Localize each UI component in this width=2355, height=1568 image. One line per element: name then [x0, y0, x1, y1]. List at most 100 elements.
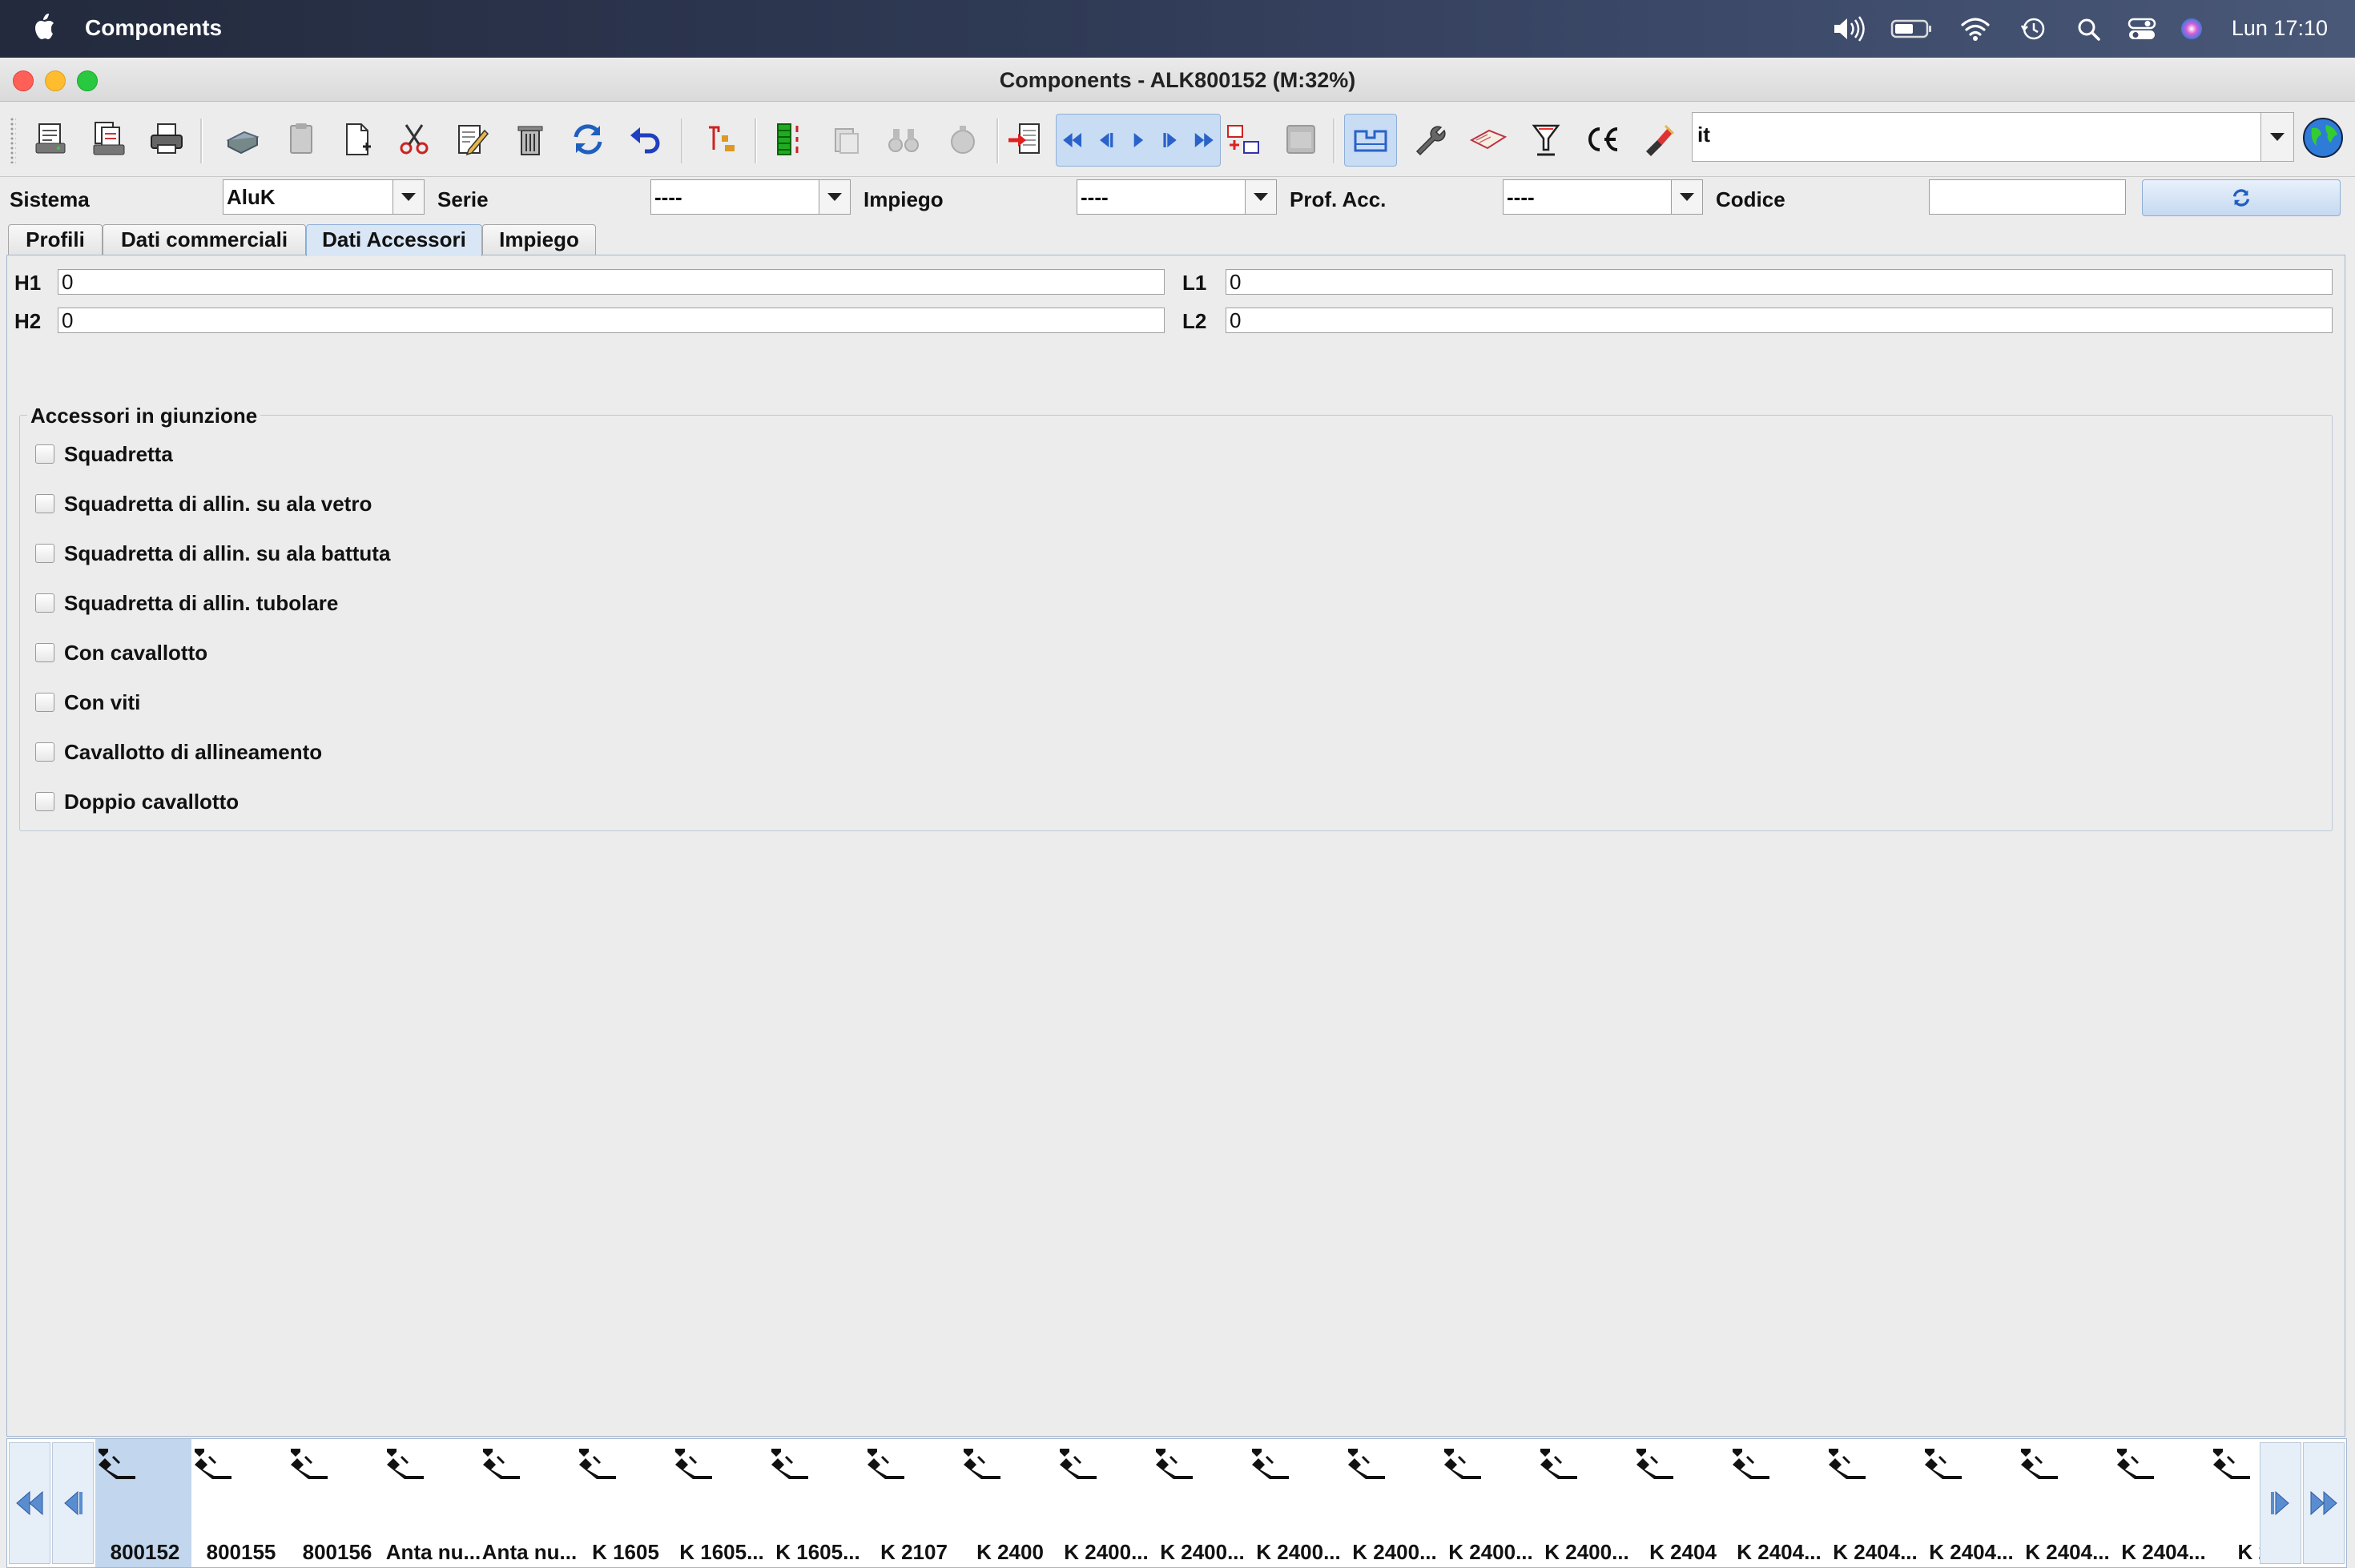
language-select[interactable]: it: [1692, 112, 2294, 162]
tools-button[interactable]: [1403, 114, 1455, 165]
l2-field[interactable]: 0: [1226, 308, 2333, 333]
undo-button[interactable]: [620, 114, 671, 165]
navigator-item[interactable]: K 2404...: [2018, 1439, 2114, 1567]
checkbox-label[interactable]: Squadretta di allin. tubolare: [64, 589, 338, 617]
print-multi-button[interactable]: [83, 114, 135, 165]
refresh-toolbar-button[interactable]: [562, 114, 614, 165]
checkbox-label[interactable]: Squadretta: [64, 440, 173, 468]
scanner-button[interactable]: [216, 114, 268, 165]
h1-field[interactable]: 0: [58, 269, 1165, 295]
navigator-item[interactable]: Anta nu...: [384, 1439, 481, 1567]
control-center-icon[interactable]: [2126, 13, 2158, 45]
navigator-previous-button[interactable]: [52, 1442, 94, 1564]
previous-record-icon[interactable]: [1089, 120, 1122, 160]
chevron-down-icon[interactable]: [1671, 180, 1702, 214]
navigator-item[interactable]: K 1605...: [768, 1439, 864, 1567]
menu-clock[interactable]: Lun 17:10: [2232, 13, 2328, 43]
next-record-icon[interactable]: [1154, 120, 1187, 160]
squadretta-checkbox[interactable]: [35, 444, 54, 464]
filter-button[interactable]: [1520, 114, 1572, 165]
navigator-item[interactable]: K 2400: [960, 1439, 1057, 1567]
navigator-item[interactable]: K 1605: [576, 1439, 672, 1567]
print-preview-button[interactable]: [26, 114, 77, 165]
prof-acc-select[interactable]: ----: [1503, 179, 1703, 215]
import-button[interactable]: [1000, 114, 1051, 165]
apple-icon[interactable]: [30, 11, 56, 43]
paint-button[interactable]: [1634, 114, 1685, 165]
allin-ala-vetro-checkbox[interactable]: [35, 494, 54, 513]
tab-profili[interactable]: Profili: [8, 224, 103, 255]
toolbar-grip[interactable]: [10, 117, 16, 163]
catalog-button[interactable]: [1463, 114, 1514, 165]
navigator-item[interactable]: K 2404...: [1922, 1439, 2018, 1567]
cut-button[interactable]: [389, 114, 441, 165]
apply-filter-button[interactable]: [2142, 179, 2341, 216]
chevron-down-icon[interactable]: [392, 180, 424, 214]
sistema-select[interactable]: AluK: [223, 179, 425, 215]
codice-input[interactable]: [1929, 179, 2126, 215]
checkbox-row-con-cavallotto[interactable]: Con cavallotto: [35, 639, 207, 666]
clipboard-button[interactable]: [276, 114, 327, 165]
checkbox-row-cavallotto-allineamento[interactable]: Cavallotto di allineamento: [35, 738, 322, 766]
impiego-select[interactable]: ----: [1077, 179, 1277, 215]
navigator-item[interactable]: K 2400...: [1153, 1439, 1249, 1567]
checkbox-label[interactable]: Con cavallotto: [64, 639, 207, 666]
chevron-down-icon[interactable]: [1245, 180, 1276, 214]
navigator-item[interactable]: K 2404...: [1729, 1439, 1826, 1567]
wifi-icon[interactable]: [1959, 13, 1991, 45]
allin-ala-battuta-checkbox[interactable]: [35, 544, 54, 563]
con-cavallotto-checkbox[interactable]: [35, 643, 54, 662]
l1-field[interactable]: 0: [1226, 269, 2333, 295]
search-button[interactable]: [878, 114, 929, 165]
checkbox-row-con-viti[interactable]: Con viti: [35, 689, 140, 716]
cavallotto-allineamento-checkbox[interactable]: [35, 742, 54, 762]
navigator-item[interactable]: 800155: [191, 1439, 288, 1567]
navigator-first-button[interactable]: [9, 1442, 50, 1564]
print-button[interactable]: [141, 114, 192, 165]
navigator-item[interactable]: K 2107: [864, 1439, 960, 1567]
panel-button[interactable]: [1275, 114, 1326, 165]
navigator-item[interactable]: 800156: [288, 1439, 384, 1567]
navigator-item[interactable]: K 2404...: [1826, 1439, 1922, 1567]
checkbox-row-allin-tubolare[interactable]: Squadretta di allin. tubolare: [35, 589, 338, 617]
navigator-item[interactable]: Anta nu...: [480, 1439, 577, 1567]
navigator-item[interactable]: K 2404...: [2114, 1439, 2210, 1567]
checkbox-row-allin-ala-battuta[interactable]: Squadretta di allin. su ala battuta: [35, 540, 390, 567]
checkbox-label[interactable]: Con viti: [64, 689, 140, 716]
sort-button[interactable]: [695, 114, 747, 165]
siri-icon[interactable]: [2177, 13, 2206, 45]
copy-button[interactable]: [820, 114, 872, 165]
navigator-item[interactable]: K 2400...: [1057, 1439, 1153, 1567]
battery-icon[interactable]: [1890, 13, 1934, 45]
navigator-item[interactable]: K 2404: [1633, 1439, 1729, 1567]
edit-button[interactable]: [445, 114, 497, 165]
tab-impiego[interactable]: Impiego: [482, 224, 596, 255]
chevron-down-icon[interactable]: [819, 180, 850, 214]
volume-icon[interactable]: [1831, 13, 1866, 45]
profile-section-button[interactable]: [1344, 114, 1397, 167]
navigator-item[interactable]: K 2400...: [1249, 1439, 1345, 1567]
app-menu-title[interactable]: Components: [85, 13, 222, 43]
allin-tubolare-checkbox[interactable]: [35, 593, 54, 613]
language-dropdown-arrow[interactable]: [2260, 113, 2293, 161]
navigator-item[interactable]: K 2400...: [1345, 1439, 1441, 1567]
navigator-item[interactable]: K 1605...: [672, 1439, 768, 1567]
layout-button[interactable]: [763, 114, 814, 165]
compare-button[interactable]: [1219, 114, 1270, 165]
navigator-item[interactable]: 800152: [95, 1439, 191, 1567]
first-record-icon[interactable]: [1057, 120, 1089, 160]
navigator-item[interactable]: K 2400...: [1537, 1439, 1633, 1567]
navigator-next-button[interactable]: [2260, 1442, 2301, 1564]
con-viti-checkbox[interactable]: [35, 693, 54, 712]
navigator-item[interactable]: K 24: [2210, 1439, 2261, 1567]
checkbox-label[interactable]: Squadretta di allin. su ala vetro: [64, 490, 372, 517]
tab-dati-commerciali[interactable]: Dati commerciali: [103, 224, 306, 255]
delete-button[interactable]: [505, 114, 556, 165]
checkbox-label[interactable]: Cavallotto di allineamento: [64, 738, 322, 766]
checkbox-row-allin-ala-vetro[interactable]: Squadretta di allin. su ala vetro: [35, 490, 372, 517]
play-icon[interactable]: [1122, 120, 1155, 160]
checkbox-row-doppio-cavallotto[interactable]: Doppio cavallotto: [35, 788, 239, 815]
navigator-last-button[interactable]: [2303, 1442, 2345, 1564]
ce-mark-button[interactable]: [1576, 114, 1628, 165]
globe-button[interactable]: [2299, 114, 2347, 162]
